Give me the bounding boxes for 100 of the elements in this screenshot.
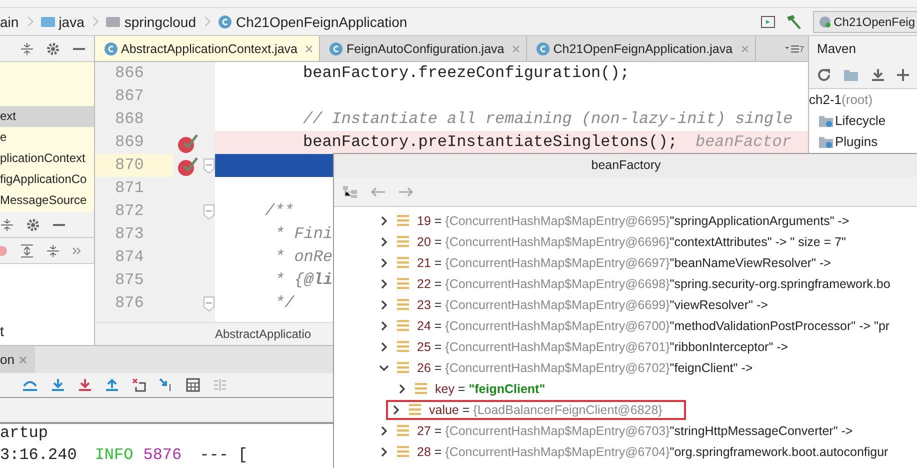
variable-entry[interactable]: 28 = {ConcurrentHashMap$MapEntry@6704}"org.springframework.boot.autoconfigur	[417, 444, 888, 458]
variable-entry[interactable]: 24 = {ConcurrentHashMap$MapEntry@6700}"methodValidationPostProcessor" -> "pr	[417, 318, 890, 332]
calculator-icon[interactable]	[186, 378, 200, 392]
variable-entry[interactable]: 23 = {ConcurrentHashMap$MapEntry@6699}"viewResolver" ->	[417, 298, 768, 312]
breakpoint-icon[interactable]	[177, 132, 199, 152]
expand-icon[interactable]	[20, 244, 34, 258]
editor-tab[interactable]: FeignAutoConfiguration.java	[320, 36, 528, 61]
chevron-icon[interactable]	[379, 278, 389, 288]
field-icon	[397, 446, 409, 457]
variable-entry[interactable]: 26 = {ConcurrentHashMap$MapEntry@6702}"feignClient" ->	[417, 360, 753, 374]
line-number: 876	[114, 293, 145, 314]
line-number: 871	[114, 178, 145, 199]
fold-marker-icon[interactable]	[203, 296, 215, 312]
tree-item[interactable]: Lifecycle	[835, 113, 886, 128]
field-icon	[397, 362, 409, 373]
chevron-icon[interactable]	[379, 216, 389, 226]
code-line: * Fini	[275, 225, 333, 243]
breadcrumb-item[interactable]: ain	[0, 14, 19, 30]
tree-item[interactable]: figApplicationCo	[0, 169, 94, 190]
field-icon	[397, 341, 409, 352]
variable-entry[interactable]: 21 = {ConcurrentHashMap$MapEntry@6697}"beanNameViewResolver" ->	[417, 256, 831, 270]
variable-entry[interactable]: 22 = {ConcurrentHashMap$MapEntry@6698}"spring.security-org.springframework.bo	[417, 276, 890, 290]
class-icon	[218, 14, 232, 28]
editor-tab[interactable]: AbstractApplicationContext.java	[95, 36, 320, 61]
force-step-into-icon[interactable]	[78, 378, 92, 392]
breadcrumb-item[interactable]: Ch21OpenFeignApplication	[236, 14, 408, 30]
tree-item[interactable]: plicationContext	[0, 148, 94, 169]
hierarchy-icon[interactable]	[342, 184, 358, 198]
tab-list-button[interactable]: 7	[781, 36, 808, 61]
field-icon	[409, 404, 421, 415]
close-icon[interactable]	[305, 44, 314, 52]
log-level: INFO	[94, 446, 134, 466]
drop-frame-icon[interactable]	[132, 378, 146, 392]
chevron-icon[interactable]	[379, 258, 389, 268]
folder-icon	[40, 16, 55, 26]
field-icon	[397, 320, 409, 331]
inline-value-hint: beanFactor	[695, 133, 792, 151]
window-icon[interactable]	[760, 16, 775, 28]
chevron-icon[interactable]	[397, 384, 407, 394]
line-number: 869	[114, 132, 145, 153]
fold-marker-icon[interactable]	[203, 204, 215, 220]
variable-entry[interactable]: value = {LoadBalancerFeignClient@6828}	[429, 402, 662, 416]
chevron-icon[interactable]	[379, 236, 389, 246]
field-icon	[415, 383, 427, 394]
step-out-icon[interactable]	[105, 378, 119, 392]
collapse-icon[interactable]	[46, 244, 60, 258]
chevron-icon[interactable]	[379, 320, 389, 330]
variable-entry[interactable]: key = "feignClient"	[435, 382, 546, 396]
more-icon[interactable]	[72, 246, 82, 256]
step-into-icon[interactable]	[51, 378, 65, 392]
chevron-icon[interactable]	[379, 342, 389, 352]
variable-entry[interactable]: 25 = {ConcurrentHashMap$MapEntry@6701}"ribbonInterceptor" ->	[417, 340, 788, 354]
chevron-icon[interactable]	[391, 404, 401, 414]
download-icon[interactable]	[871, 68, 885, 82]
code-line: // Instantiate all remaining (non-lazy-init) single	[303, 110, 793, 128]
class-icon	[329, 42, 344, 56]
editor-tab[interactable]: Ch21OpenFeignApplication.java	[527, 36, 756, 61]
tree-item[interactable]: MessageSource	[0, 190, 94, 211]
tree-item[interactable]: e	[0, 127, 94, 148]
hammer-icon[interactable]	[784, 14, 803, 30]
step-over-icon[interactable]	[22, 378, 38, 392]
panel-tab[interactable]: on	[0, 346, 36, 373]
field-icon	[397, 215, 409, 226]
variable-entry[interactable]: 20 = {ConcurrentHashMap$MapEntry@6696}"contextAttributes" -> " size = 7"	[417, 234, 846, 248]
collapse-icon[interactable]	[0, 218, 14, 232]
app-icon	[818, 16, 831, 28]
settings-icon[interactable]	[46, 42, 60, 56]
chevron-icon[interactable]	[379, 446, 389, 456]
chevron-icon[interactable]	[379, 300, 389, 310]
console-line: --- [	[200, 446, 248, 466]
tree-item[interactable]: ext	[0, 106, 94, 127]
code-line: * {@li	[275, 271, 333, 289]
breadcrumb-item[interactable]: springcloud	[124, 14, 196, 30]
tree-item[interactable]: t	[0, 323, 4, 339]
fold-marker-icon[interactable]	[203, 158, 215, 174]
line-number: 872	[114, 201, 145, 222]
tree-item[interactable]: ch2-1(root)	[809, 92, 873, 107]
refresh-icon[interactable]	[817, 68, 831, 82]
run-configuration-dropdown[interactable]: Ch21OpenFeig	[812, 10, 917, 32]
class-icon	[104, 42, 118, 56]
log-time: 3:16.240	[0, 446, 77, 466]
class-icon	[536, 42, 550, 56]
line-number: 874	[114, 247, 145, 268]
plus-icon[interactable]	[897, 69, 909, 81]
editor-breadcrumb[interactable]: AbstractApplicatio	[215, 327, 312, 341]
chevron-icon[interactable]	[379, 426, 389, 436]
chevron-icon[interactable]	[379, 362, 389, 372]
variable-entry[interactable]: 27 = {ConcurrentHashMap$MapEntry@6703}"stringHttpMessageConverter" ->	[417, 424, 853, 438]
tree-item[interactable]: Plugins	[835, 134, 878, 149]
folder-icon	[819, 114, 833, 126]
line-number: 870	[95, 154, 173, 177]
panel-title: Maven	[809, 36, 917, 62]
breadcrumb-item[interactable]: java	[58, 14, 84, 30]
code-line: * onRe	[275, 248, 333, 266]
settings-icon[interactable]	[26, 218, 40, 232]
field-icon	[397, 236, 409, 247]
breakpoint-icon[interactable]	[177, 156, 199, 176]
variable-entry[interactable]: 19 = {ConcurrentHashMap$MapEntry@6695}"springApplicationArguments" ->	[417, 214, 850, 228]
run-to-cursor-icon[interactable]	[159, 378, 173, 392]
collapse-icon[interactable]	[20, 42, 34, 56]
